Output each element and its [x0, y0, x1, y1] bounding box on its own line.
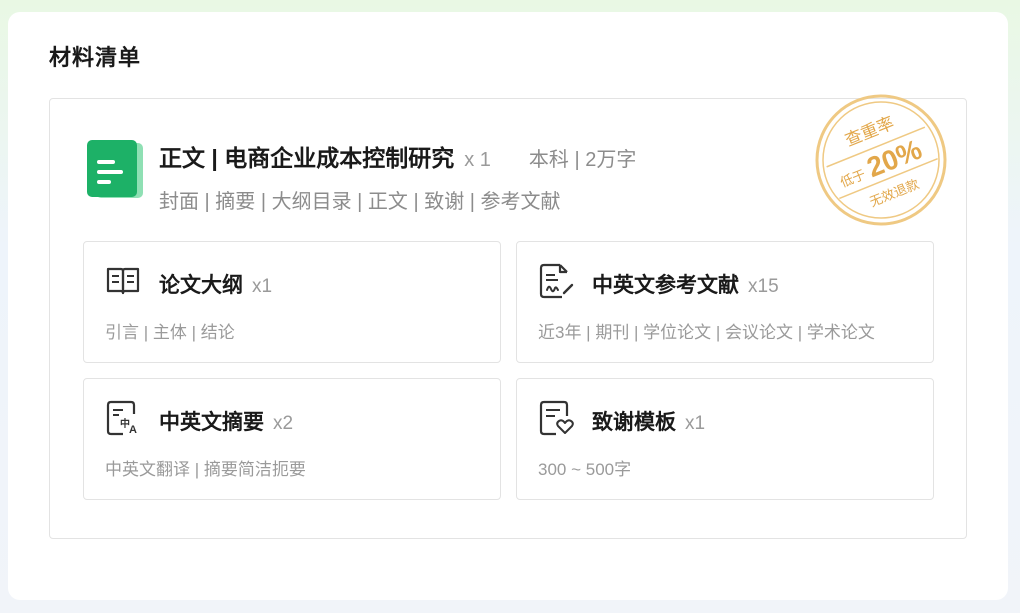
card-title: 致谢模板 — [592, 411, 676, 434]
card-description: 中英文翻译 | 摘要简洁扼要 — [105, 460, 306, 479]
main-document-level: 本科 | 2万字 — [528, 149, 637, 171]
card-title: 中英文摘要 — [159, 411, 264, 434]
card-title: 论文大纲 — [159, 274, 243, 297]
main-document-contents: 封面 | 摘要 | 大纲目录 | 正文 | 致谢 | 参考文献 — [159, 191, 561, 213]
card-quantity: x15 — [748, 276, 779, 297]
svg-text:A: A — [129, 424, 137, 436]
translate-document-icon: 中 A — [106, 400, 137, 436]
main-document-title: 正文 | 电商企业成本控制研究 — [159, 145, 455, 171]
main-document-quantity: x 1 — [464, 149, 491, 171]
card-description: 近3年 | 期刊 | 学位论文 | 会议论文 | 学术论文 — [538, 323, 875, 342]
signed-document-icon — [539, 263, 574, 299]
open-book-icon — [106, 267, 140, 295]
green-document-icon — [87, 140, 143, 198]
materials-panel: 材料清单 正文 | 电商企业成本控制研究 x 1 本科 | 2万字 封面 | 摘… — [8, 12, 1008, 600]
card-outline: 论文大纲 x1 引言 | 主体 | 结论 — [83, 241, 501, 363]
materials-box: 正文 | 电商企业成本控制研究 x 1 本科 | 2万字 封面 | 摘要 | 大… — [49, 94, 967, 539]
heart-document-icon — [539, 400, 574, 436]
card-description: 引言 | 主体 | 结论 — [105, 323, 235, 342]
card-quantity: x1 — [252, 276, 273, 297]
card-title: 中英文参考文献 — [592, 274, 739, 297]
card-quantity: x2 — [273, 413, 294, 434]
card-abstract: 中 A 中英文摘要 x2 中英文翻译 | 摘要简洁扼要 — [83, 378, 501, 500]
card-acknowledgement: 致谢模板 x1 300 ~ 500字 — [516, 378, 934, 500]
card-description: 300 ~ 500字 — [538, 460, 632, 479]
card-references: 中英文参考文献 x15 近3年 | 期刊 | 学位论文 | 会议论文 | 学术论… — [516, 241, 934, 363]
section-title: 材料清单 — [49, 45, 142, 70]
card-quantity: x1 — [685, 413, 706, 434]
main-document-header: 正文 | 电商企业成本控制研究 x 1 本科 | 2万字 — [159, 139, 636, 173]
plagiarism-guarantee-stamp: 查重率 低于 20% 无效退款 — [815, 94, 947, 226]
stamp-low-text: 低于 — [838, 167, 868, 191]
